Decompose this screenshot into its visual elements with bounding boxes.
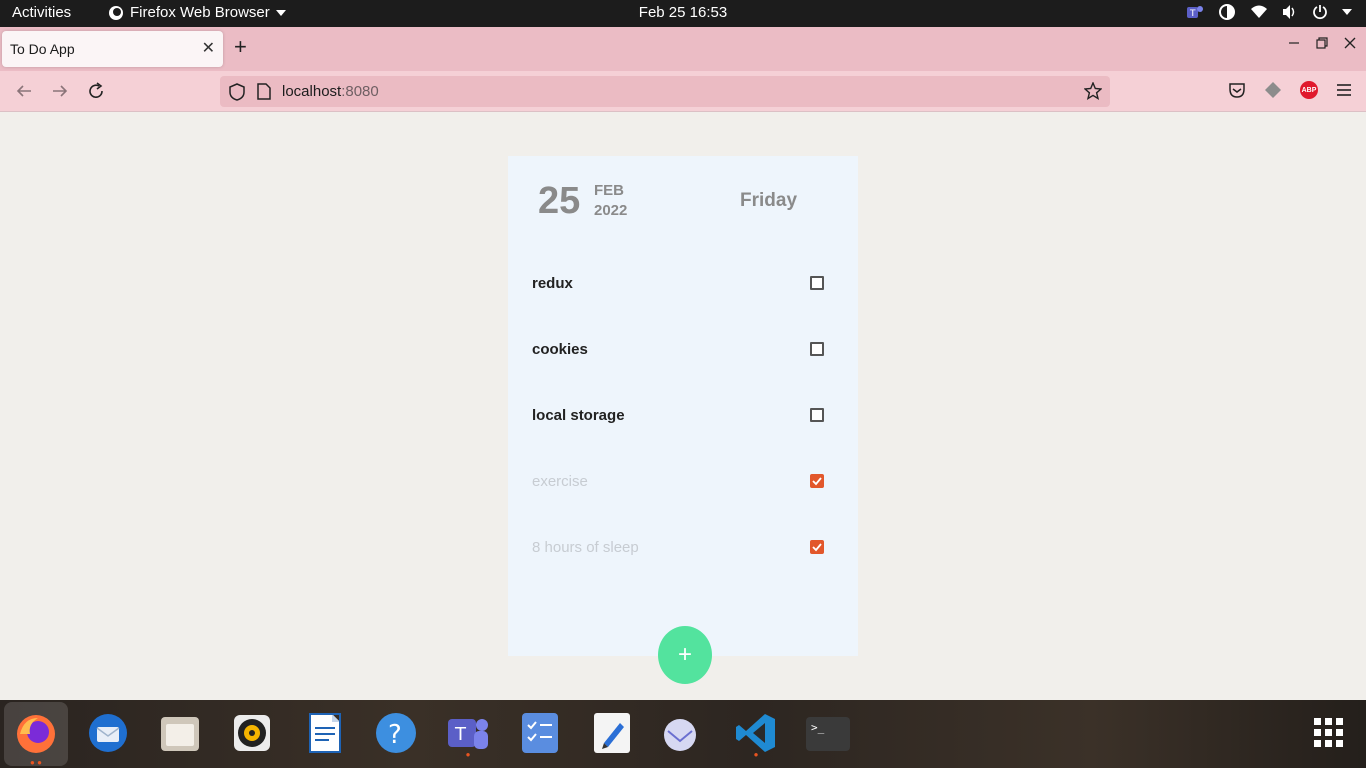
url-bar[interactable]: localhost:8080 — [220, 76, 1110, 107]
pocket-icon[interactable] — [1228, 81, 1246, 99]
mail-icon — [664, 719, 696, 751]
activities-button[interactable]: Activities — [12, 4, 71, 21]
tab-title: To Do App — [10, 41, 75, 57]
help-icon: ? — [376, 713, 416, 753]
date-day: 25 — [538, 180, 581, 222]
dock-mail[interactable] — [656, 708, 704, 758]
url-host: localhost — [282, 83, 342, 100]
todo-label: exercise — [532, 473, 588, 490]
navigation-bar: localhost:8080 ABP — [0, 71, 1366, 112]
power-icon[interactable] — [1312, 4, 1328, 20]
restore-icon[interactable] — [1316, 37, 1328, 49]
dock-firefox[interactable]: ● ● — [4, 702, 68, 767]
dock-files[interactable] — [156, 708, 204, 758]
add-todo-button[interactable]: + — [658, 626, 712, 684]
teams-icon: T — [448, 719, 488, 749]
window-controls — [1288, 37, 1356, 49]
date-month: FEB — [594, 182, 624, 199]
checkmark-icon — [812, 543, 822, 552]
dock-tasks[interactable] — [516, 708, 564, 758]
todo-item[interactable]: 8 hours of sleep — [532, 533, 824, 563]
todo-checkbox[interactable] — [810, 408, 824, 422]
writer-icon — [309, 713, 341, 753]
todo-label: local storage — [532, 407, 625, 424]
svg-text:?: ? — [388, 720, 402, 750]
new-tab-icon[interactable]: + — [234, 35, 247, 59]
toolbar-right: ABP — [1228, 81, 1352, 99]
dock-teams[interactable]: T ● — [444, 708, 492, 759]
thunderbird-icon — [89, 714, 127, 752]
page-viewport: 25 FEB 2022 Friday redux cookies local s… — [0, 112, 1366, 700]
url-text[interactable]: localhost:8080 — [282, 83, 379, 100]
files-icon — [161, 717, 199, 751]
back-icon[interactable] — [15, 82, 33, 100]
extension-icon[interactable] — [1264, 81, 1282, 99]
dock-rhythmbox[interactable] — [228, 708, 276, 758]
dock: ● ● ? T ● ● >_ — [0, 700, 1366, 768]
dock-text-editor[interactable] — [588, 708, 636, 758]
date-weekday: Friday — [740, 190, 798, 211]
todo-card: 25 FEB 2022 Friday redux cookies local s… — [508, 156, 858, 656]
todo-item[interactable]: exercise — [532, 467, 824, 497]
hamburger-menu-icon[interactable] — [1336, 83, 1352, 97]
forward-icon[interactable] — [51, 82, 69, 100]
todo-item[interactable]: local storage — [532, 401, 824, 431]
dock-vscode[interactable]: ● — [732, 708, 780, 759]
svg-text:T: T — [454, 724, 467, 745]
dock-help[interactable]: ? — [372, 708, 420, 758]
firefox-icon — [17, 715, 55, 753]
teams-tray-icon[interactable]: T — [1186, 3, 1204, 21]
text-editor-icon — [594, 713, 630, 753]
running-indicator: ● ● — [30, 758, 42, 767]
todo-checkbox[interactable] — [810, 474, 824, 488]
todo-checkbox[interactable] — [810, 540, 824, 554]
bookmark-star-icon[interactable] — [1084, 82, 1102, 100]
reload-icon[interactable] — [87, 82, 105, 100]
running-indicator: ● — [465, 750, 471, 759]
volume-icon[interactable] — [1282, 4, 1298, 20]
firefox-small-icon — [109, 5, 123, 20]
app-menu-label: Firefox Web Browser — [130, 4, 270, 21]
url-port: :8080 — [341, 83, 379, 100]
todo-checkbox[interactable] — [810, 276, 824, 290]
date-year: 2022 — [594, 202, 628, 219]
close-tab-icon[interactable]: ✕ — [202, 38, 215, 58]
svg-text:T: T — [1189, 9, 1196, 19]
tasks-icon — [522, 713, 558, 753]
night-light-icon[interactable] — [1218, 3, 1236, 21]
close-window-icon[interactable] — [1344, 37, 1356, 49]
todo-item[interactable]: cookies — [532, 335, 824, 365]
dock-libreoffice-writer[interactable] — [300, 708, 348, 758]
system-tray[interactable]: T — [1186, 3, 1352, 21]
dock-thunderbird[interactable] — [84, 708, 132, 758]
app-menu[interactable]: Firefox Web Browser — [108, 4, 286, 21]
minimize-icon[interactable] — [1288, 37, 1300, 49]
dock-terminal[interactable]: >_ — [804, 708, 852, 758]
clock[interactable]: Feb 25 16:53 — [639, 4, 727, 21]
running-indicator: ● — [753, 750, 759, 759]
vscode-icon — [736, 714, 775, 752]
todo-checkbox[interactable] — [810, 342, 824, 356]
terminal-icon: >_ — [806, 717, 850, 751]
todo-label: 8 hours of sleep — [532, 539, 639, 556]
tab-strip: To Do App ✕ + — [0, 27, 1366, 71]
adblock-plus-icon[interactable]: ABP — [1300, 81, 1318, 99]
page-info-icon[interactable] — [257, 83, 271, 100]
system-top-bar: Activities Firefox Web Browser Feb 25 16… — [0, 0, 1366, 27]
system-menu-chevron-icon[interactable] — [1342, 9, 1352, 15]
checkmark-icon — [812, 477, 822, 486]
rhythmbox-icon — [234, 715, 270, 751]
show-applications-icon[interactable] — [1314, 718, 1344, 748]
svg-text:>_: >_ — [811, 721, 825, 734]
wifi-icon[interactable] — [1250, 4, 1268, 20]
todo-item[interactable]: redux — [532, 269, 824, 299]
chevron-down-icon — [275, 9, 286, 16]
tracking-shield-icon[interactable] — [229, 83, 245, 101]
tab-todo-app[interactable]: To Do App ✕ — [2, 31, 223, 67]
todo-label: redux — [532, 275, 573, 292]
todo-label: cookies — [532, 341, 588, 358]
